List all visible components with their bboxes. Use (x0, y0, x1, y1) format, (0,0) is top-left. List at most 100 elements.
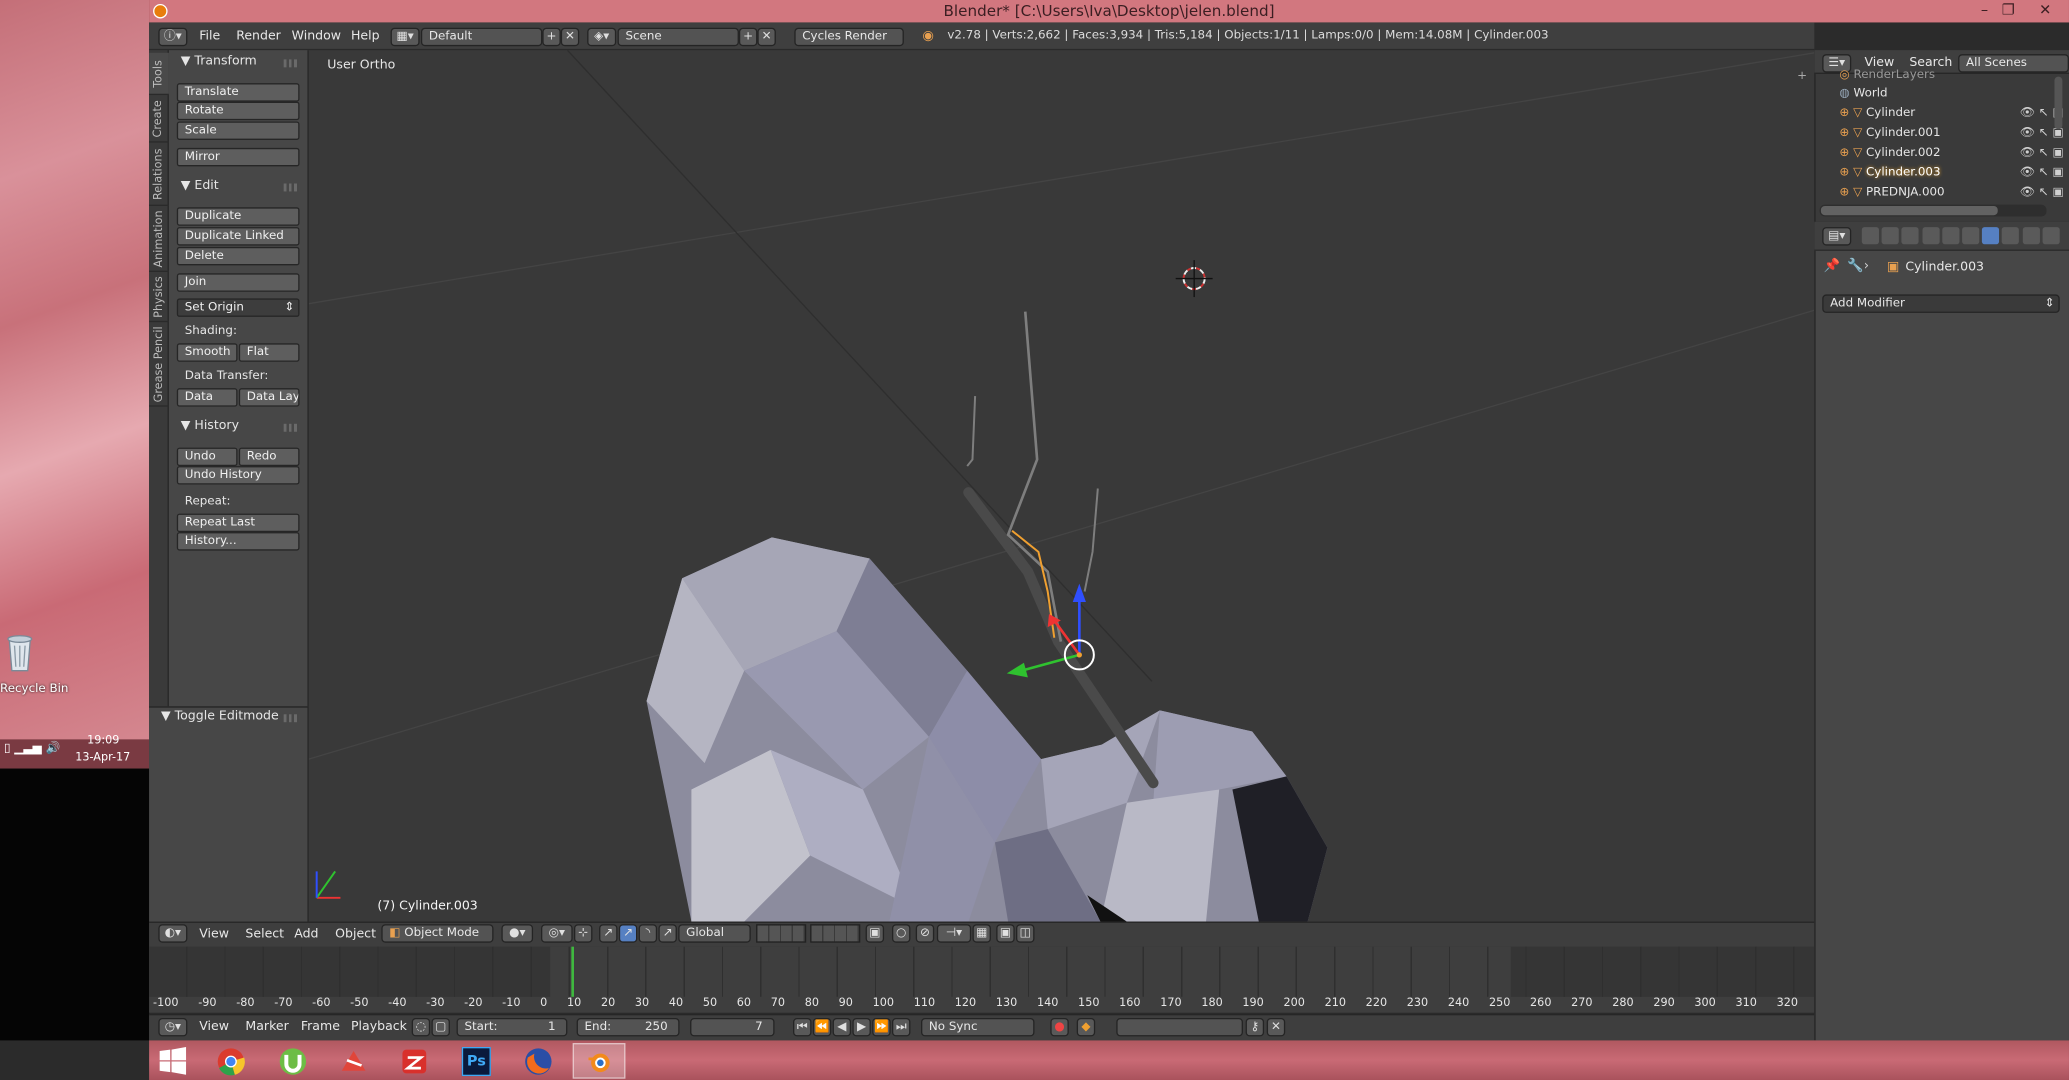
repeat-last-button[interactable]: Repeat Last (176, 513, 300, 533)
translate-manipulator-icon[interactable]: ↗ (599, 924, 618, 943)
data-transfer-button[interactable]: Data (176, 388, 238, 407)
layers-group-1[interactable] (756, 924, 807, 943)
menu-view[interactable]: View (199, 922, 229, 947)
end-frame-field[interactable]: End: 250 (576, 1017, 680, 1037)
outliner-item[interactable]: ⊕ ▽ Cylinder 👁 ↖ ▣ (1839, 104, 2063, 124)
orientation-select[interactable]: Global (678, 924, 751, 943)
photoshop-icon[interactable]: Ps (450, 1043, 503, 1079)
add-scene-icon[interactable]: + (738, 27, 758, 47)
delete-button[interactable]: Delete (176, 246, 300, 266)
rotate-button[interactable]: Rotate (176, 101, 300, 121)
tab-create[interactable]: Create (149, 95, 169, 143)
mirror-button[interactable]: Mirror (176, 147, 300, 167)
current-frame-field[interactable]: 7 (690, 1017, 775, 1037)
proportional-edit-icon[interactable]: ○ (891, 924, 911, 943)
tab-animation[interactable]: Animation (149, 206, 169, 272)
add-layout-icon[interactable]: + (542, 27, 561, 47)
lock-range-icon[interactable]: ▢ (431, 1017, 450, 1037)
preview-range-icon[interactable]: ◌ (411, 1017, 431, 1037)
outliner-hscrollbar[interactable] (1819, 204, 2047, 217)
outliner-item[interactable]: ◍ World (1839, 84, 2063, 104)
layers-group-2[interactable] (810, 924, 861, 943)
timeline-menu-view[interactable]: View (199, 1014, 229, 1040)
join-button[interactable]: Join (176, 273, 300, 292)
texture-tab-icon[interactable] (2042, 227, 2060, 245)
editor-type-info-icon[interactable]: ⓘ▾ (158, 27, 188, 47)
scale-button[interactable]: Scale (176, 121, 300, 140)
rotate-manipulator-icon[interactable]: ↗ (618, 924, 638, 943)
jump-end-icon[interactable]: ⏭ (891, 1017, 911, 1037)
menu-window[interactable]: Window (292, 22, 341, 50)
play-reverse-icon[interactable]: ◀ (832, 1017, 852, 1037)
remove-scene-icon[interactable]: ✕ (757, 27, 776, 47)
windows-start-icon[interactable] (146, 1043, 199, 1079)
constraints-tab-icon[interactable] (1962, 227, 1980, 245)
menu-file[interactable]: File (199, 22, 220, 50)
menu-help[interactable]: Help (351, 22, 380, 50)
filezilla-icon[interactable] (327, 1043, 380, 1079)
camera-render-icon[interactable]: ◫ (1016, 924, 1035, 943)
render-layers-tab-icon[interactable] (1881, 227, 1900, 245)
firefox-icon[interactable] (512, 1043, 565, 1079)
outliner-item[interactable]: ⊕ ▽ Cylinder.002 👁 ↖ ▣ (1839, 144, 2063, 164)
chrome-icon[interactable] (205, 1043, 258, 1079)
undo-history-button[interactable]: Undo History (176, 466, 300, 485)
set-origin-select[interactable]: Set Origin ⇕ (176, 298, 300, 317)
mode-select[interactable]: ◧ Object Mode (381, 924, 494, 943)
smooth-button[interactable]: Smooth (176, 343, 238, 362)
timeline-menu-marker[interactable]: Marker (245, 1014, 288, 1040)
properties-toggle-icon[interactable]: + (1797, 70, 1807, 83)
world-tab-icon[interactable] (1921, 227, 1940, 245)
insert-keyframe-icon[interactable]: ⚷ (1245, 1017, 1265, 1037)
object-tab-icon[interactable] (1942, 227, 1960, 245)
outliner-vscrollbar[interactable] (2054, 76, 2063, 130)
screen-layout-icon[interactable]: ▦▾ (390, 27, 420, 47)
modifiers-tab-icon[interactable] (1982, 227, 2000, 245)
pin-icon[interactable]: 📌 (1824, 259, 1840, 274)
data-tab-icon[interactable] (2002, 227, 2020, 245)
3d-viewport[interactable] (308, 50, 1815, 922)
record-icon[interactable]: ● (1050, 1017, 1069, 1037)
utorrent-icon[interactable] (267, 1043, 320, 1079)
tab-tools[interactable]: Tools (149, 52, 169, 96)
blender-taskbar-icon[interactable] (572, 1043, 626, 1079)
translate-button[interactable]: Translate (176, 83, 300, 102)
duplicate-linked-button[interactable]: Duplicate Linked (176, 227, 300, 246)
pivot-icon[interactable]: ◎▾ (540, 924, 573, 943)
remove-layout-icon[interactable]: ✕ (560, 27, 580, 47)
snap-target-icon[interactable]: ▦ (972, 924, 991, 943)
prev-keyframe-icon[interactable]: ⏪ (812, 1017, 832, 1037)
sync-select[interactable]: No Sync (921, 1017, 1035, 1037)
add-modifier-select[interactable]: Add Modifier ⇕ (1822, 294, 2060, 313)
close-button[interactable]: ✕ (2032, 0, 2058, 22)
outliner-item[interactable]: ⊕ ▽ Cylinder.003 👁 ↖ ▣ (1839, 164, 2063, 184)
editor-type-timeline-icon[interactable]: ◷▾ (158, 1017, 188, 1037)
panel-history-header[interactable]: ▼ History (181, 417, 239, 435)
outliner-visibility-controls[interactable]: 👁 ↖ ▣ (2020, 144, 2064, 164)
scene-tab-icon[interactable] (1901, 227, 1920, 245)
shading-mode-icon[interactable]: ●▾ (501, 924, 534, 943)
panel-edit-header[interactable]: ▼ Edit (181, 177, 219, 195)
undo-button[interactable]: Undo (176, 447, 238, 467)
tab-relations[interactable]: Relations (149, 143, 169, 206)
panel-transform-header[interactable]: ▼ Transform (181, 53, 257, 71)
material-tab-icon[interactable] (2022, 227, 2040, 245)
duplicate-button[interactable]: Duplicate (176, 207, 300, 226)
outliner-item[interactable]: ⊕ ▽ Cylinder.001 👁 ↖ ▣ (1839, 124, 2063, 144)
wps-icon[interactable] (388, 1043, 441, 1079)
render-engine-select[interactable]: Cycles Render (794, 27, 904, 47)
panel-grip-icon[interactable] (283, 423, 300, 432)
manipulator-toggle-icon[interactable]: ⊹ (573, 924, 593, 943)
snap-icon[interactable]: ⊘ (915, 924, 935, 943)
menu-select[interactable]: Select (245, 922, 284, 947)
menu-object[interactable]: Object (335, 922, 376, 947)
start-frame-field[interactable]: Start: 1 (456, 1017, 568, 1037)
redo-button[interactable]: Redo (238, 447, 300, 467)
keying-icon[interactable]: ◆ (1076, 1017, 1096, 1037)
timeline-menu-playback[interactable]: Playback (351, 1014, 407, 1040)
delete-keyframe-icon[interactable]: ✕ (1266, 1017, 1286, 1037)
current-frame-line[interactable] (571, 946, 574, 997)
outliner-item[interactable]: ◎ RenderLayers (1839, 66, 2063, 86)
jump-start-icon[interactable]: ⏮ (793, 1017, 812, 1037)
panel-grip-icon[interactable] (283, 59, 300, 68)
